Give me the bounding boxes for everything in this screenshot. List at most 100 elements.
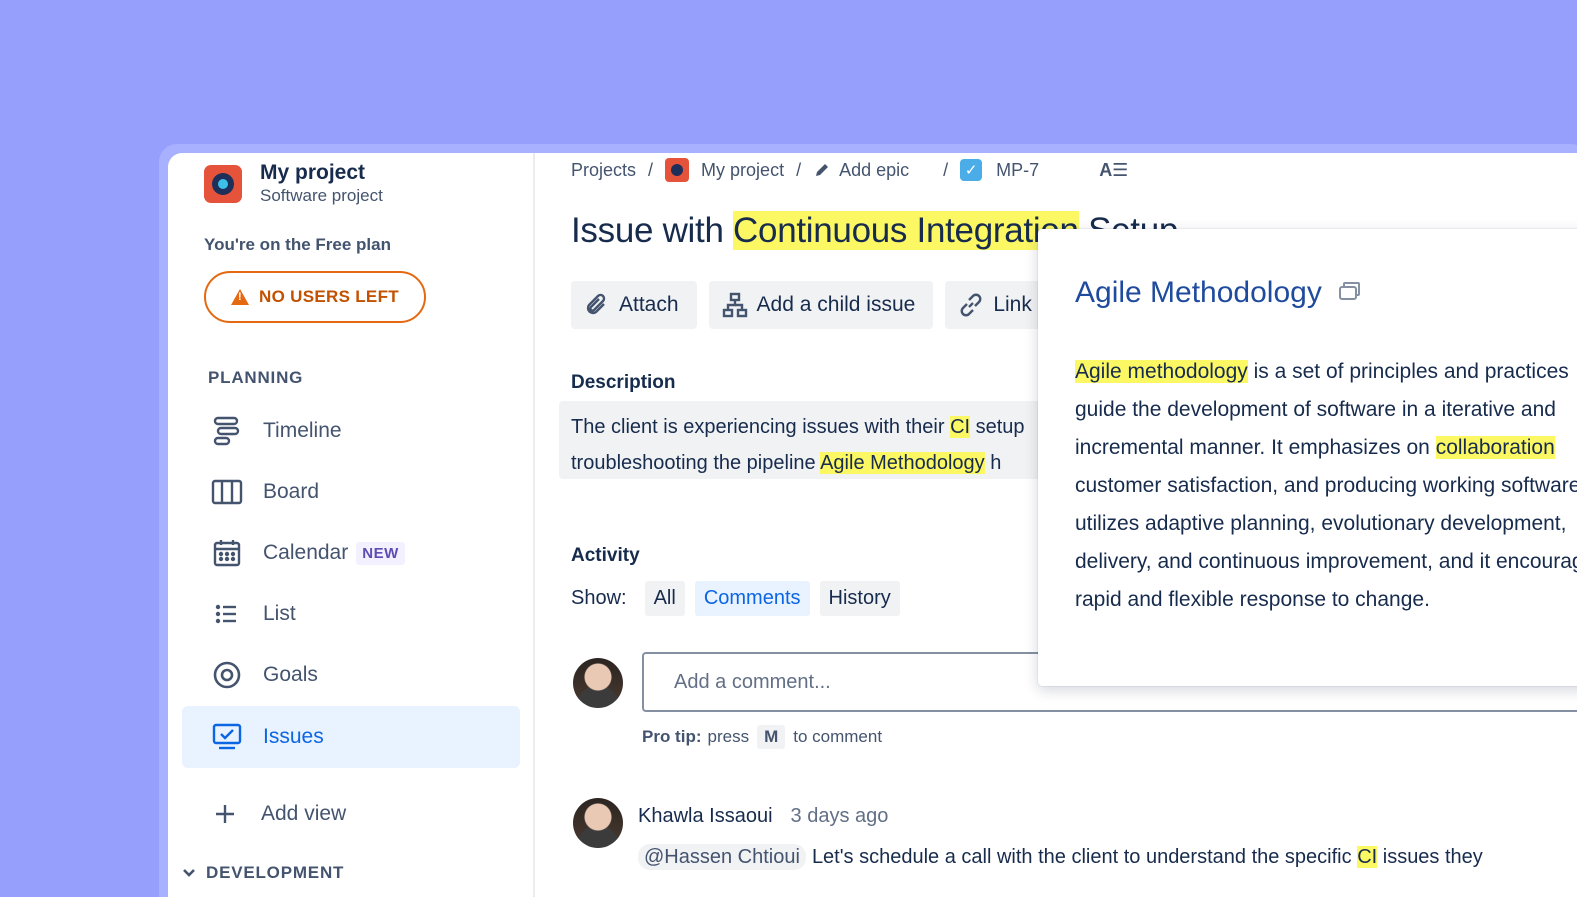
comment-highlight[interactable]: CI <box>1357 846 1378 868</box>
sidebar-item-calendar[interactable]: Calendar NEW <box>182 522 520 584</box>
protip-rest: to comment <box>793 727 883 746</box>
desc-text: The client is experiencing issues with t… <box>571 416 951 438</box>
project-header[interactable]: My project Software project <box>204 161 383 207</box>
attach-button[interactable]: Attach <box>571 281 697 329</box>
issue-actions: Attach Add a child issue Link issue <box>571 281 1105 329</box>
protip-bold: Pro tip: <box>642 727 702 746</box>
project-icon <box>665 158 690 182</box>
chevron-down-icon <box>183 869 195 877</box>
breadcrumb-project[interactable]: My project <box>701 160 784 181</box>
paperclip-icon <box>583 291 611 319</box>
planning-header: PLANNING <box>208 368 304 387</box>
breadcrumb: Projects / My project / Add epic / ✓ MP-… <box>571 158 1128 182</box>
issues-icon <box>210 720 244 754</box>
pencil-icon <box>816 164 829 176</box>
comment-time: 3 days ago <box>790 805 889 827</box>
avatar[interactable] <box>573 798 623 848</box>
sidebar: My project Software project You're on th… <box>168 153 535 897</box>
sidebar-item-label: List <box>263 602 296 625</box>
title-text: Issue with <box>571 211 734 250</box>
mention[interactable]: @Hassen Chtioui <box>638 844 806 870</box>
development-header: DEVELOPMENT <box>206 863 345 882</box>
popup-title-text[interactable]: Agile Methodology <box>1075 276 1322 310</box>
text-format-icon[interactable]: A☰ <box>1099 160 1128 181</box>
keyboard-key: M <box>757 725 786 749</box>
avatar <box>573 658 623 708</box>
popup-text: rapid and flexible response to change. <box>1075 588 1430 611</box>
task-checkbox-icon: ✓ <box>960 159 983 181</box>
breadcrumb-separator: / <box>648 159 654 180</box>
popup-highlight: collaboration <box>1435 436 1555 459</box>
comment-text: Let's schedule a call with the client to… <box>811 846 1358 868</box>
title-highlight: Continuous Integration <box>733 211 1079 250</box>
activity-filter: Show: All Comments History <box>571 581 900 616</box>
description-header: Description <box>571 372 676 393</box>
goals-icon <box>210 658 244 692</box>
comment-author[interactable]: Khawla Issaoui <box>638 805 773 828</box>
calendar-icon <box>210 536 244 570</box>
popup-text: incremental manner. It emphasizes on <box>1075 436 1436 459</box>
plus-icon <box>208 797 242 831</box>
desc-highlight: CI <box>950 416 971 438</box>
popup-highlight: Agile methodology <box>1075 360 1248 383</box>
add-child-label: Add a child issue <box>756 293 916 316</box>
filter-comments[interactable]: Comments <box>694 581 810 616</box>
no-users-left-label: NO USERS LEFT <box>259 287 399 306</box>
development-section-toggle[interactable]: DEVELOPMENT <box>182 863 344 883</box>
pro-tip: Pro tip: press M to comment <box>642 725 882 749</box>
sidebar-item-list[interactable]: List <box>182 583 520 645</box>
warning-icon <box>231 289 250 305</box>
sidebar-item-label: Goals <box>263 663 318 686</box>
desc-text: setup <box>970 416 1025 438</box>
board-icon <box>210 475 244 509</box>
breadcrumb-separator: / <box>943 159 949 180</box>
comment-body: @Hassen Chtioui Let's schedule a call wit… <box>638 844 1483 870</box>
desc-text: troubleshooting the pipeline <box>571 452 821 474</box>
link-icon <box>957 291 985 319</box>
popup-text: utilizes adaptive planning, evolutionary… <box>1075 512 1567 535</box>
activity-header: Activity <box>571 545 640 566</box>
sidebar-item-label: Issues <box>263 725 324 748</box>
popup-title: Agile Methodology <box>1075 276 1362 310</box>
popup-body: Agile methodology is a set of principles… <box>1075 353 1577 619</box>
sidebar-item-label: Board <box>263 480 320 503</box>
add-child-issue-button[interactable]: Add a child issue <box>708 281 934 329</box>
breadcrumb-add-epic[interactable]: Add epic <box>839 160 909 181</box>
breadcrumb-issue-key[interactable]: MP-7 <box>996 160 1039 181</box>
popup-text: guide the development of software in a i… <box>1075 398 1556 421</box>
popup-text: customer satisfaction, and producing wor… <box>1075 474 1577 497</box>
show-label: Show: <box>571 587 627 609</box>
sidebar-item-goals[interactable]: Goals <box>182 644 520 706</box>
plan-text: You're on the Free plan <box>204 235 391 254</box>
filter-history[interactable]: History <box>819 581 900 616</box>
copy-icon[interactable] <box>1338 276 1362 310</box>
hierarchy-icon <box>721 291 749 319</box>
description-field[interactable]: The client is experiencing issues with t… <box>559 401 1119 479</box>
desc-highlight[interactable]: Agile Methodology <box>820 452 985 474</box>
project-type: Software project <box>260 186 383 205</box>
breadcrumb-projects[interactable]: Projects <box>571 160 636 181</box>
timeline-icon <box>210 414 244 448</box>
sidebar-item-board[interactable]: Board <box>182 461 520 523</box>
list-icon <box>210 597 244 631</box>
project-name: My project <box>260 161 366 184</box>
sidebar-item-label: Calendar <box>263 541 349 564</box>
sidebar-item-issues[interactable]: Issues <box>182 706 520 768</box>
project-logo-icon <box>204 165 242 203</box>
add-view-button[interactable]: Add view <box>182 783 520 845</box>
protip-press: press <box>707 727 750 746</box>
sidebar-item-timeline[interactable]: Timeline <box>182 400 520 462</box>
attach-label: Attach <box>619 293 679 316</box>
popup-text: delivery, and continuous improvement, an… <box>1075 550 1577 573</box>
comment-text: issues they <box>1377 846 1483 868</box>
sidebar-item-label: Timeline <box>263 419 342 442</box>
filter-all[interactable]: All <box>644 581 685 616</box>
definition-popup: Agile Methodology Agile methodology is a… <box>1038 229 1577 686</box>
breadcrumb-separator: / <box>796 159 802 180</box>
desc-text: h <box>984 452 1002 474</box>
add-view-label: Add view <box>261 802 347 825</box>
comment-meta: Khawla Issaoui 3 days ago <box>638 805 888 828</box>
no-users-left-button[interactable]: NO USERS LEFT <box>204 271 426 323</box>
new-badge: NEW <box>356 541 405 565</box>
popup-text: is a set of principles and practices <box>1247 360 1569 383</box>
